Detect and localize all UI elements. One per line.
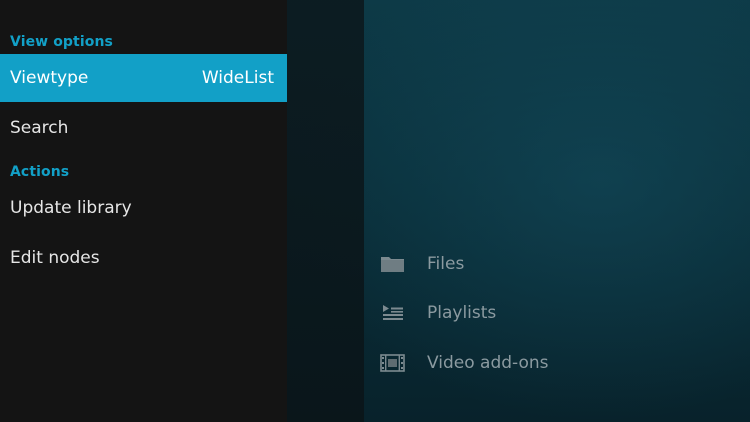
content-item-label: Video add-ons (427, 353, 549, 373)
update-library-menu-item[interactable]: Update library (0, 184, 287, 232)
content-item-video-add-ons[interactable]: Video add-ons (380, 348, 549, 378)
search-label: Search (10, 118, 69, 138)
content-item-label: Playlists (427, 303, 497, 323)
kodi-screen: Files Playlists Video add-ons View optio… (0, 0, 750, 422)
group-label-view-options: View options (10, 34, 113, 50)
folder-icon (380, 254, 406, 274)
content-item-files[interactable]: Files (380, 249, 464, 279)
content-item-label: Files (427, 254, 465, 274)
search-menu-item[interactable]: Search (0, 104, 287, 152)
edit-nodes-label: Edit nodes (10, 248, 100, 268)
content-item-playlists[interactable]: Playlists (380, 298, 496, 328)
viewtype-value: WideList (201, 68, 274, 88)
playlist-icon (380, 303, 406, 323)
group-label-actions: Actions (10, 164, 70, 180)
viewtype-menu-item[interactable]: Viewtype WideList (0, 54, 287, 102)
background-divider-strip (287, 0, 364, 422)
viewtype-label: Viewtype (10, 68, 89, 88)
side-menu: View options Viewtype WideList Search Ac… (0, 0, 287, 422)
film-strip-icon (380, 353, 406, 373)
edit-nodes-menu-item[interactable]: Edit nodes (0, 234, 287, 282)
update-library-label: Update library (10, 198, 132, 218)
